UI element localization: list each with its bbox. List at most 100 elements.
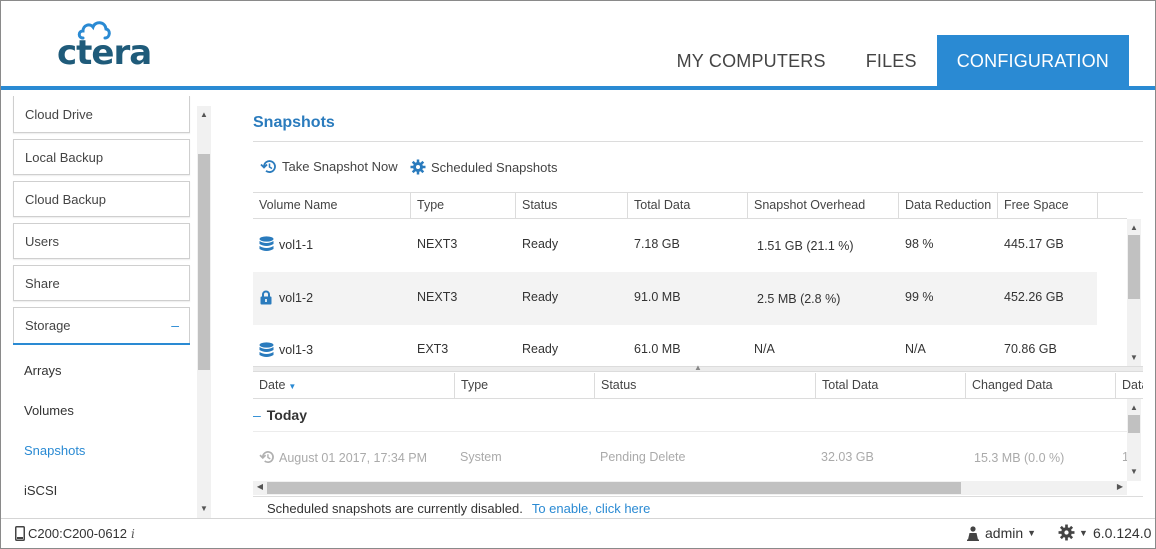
- scroll-up-icon[interactable]: ▲: [1127, 403, 1141, 412]
- history-icon: [260, 160, 276, 173]
- volumes-scrollbar[interactable]: ▲ ▼: [1127, 219, 1141, 367]
- grid-splitter[interactable]: ▲: [253, 363, 1143, 372]
- column-header[interactable]: Type: [455, 373, 595, 398]
- sidebar-subitem-iscsi[interactable]: iSCSI: [24, 483, 57, 498]
- history-icon: [259, 450, 275, 467]
- volume-total-data: 91.0 MB: [634, 290, 681, 304]
- user-menu[interactable]: admin ▼: [967, 525, 1036, 541]
- volume-total-data: 61.0 MB: [634, 342, 681, 356]
- column-header[interactable]: Data Reduction: [899, 193, 998, 218]
- sidebar-item-storage[interactable]: Storage –: [13, 307, 190, 343]
- sidebar-subitem-volumes[interactable]: Volumes: [24, 403, 74, 418]
- sidebar-item-cloud-backup[interactable]: Cloud Backup: [13, 181, 190, 217]
- scrollbar-thumb[interactable]: [1128, 415, 1140, 433]
- scheduled-snapshots-button[interactable]: Scheduled Snapshots: [410, 159, 557, 175]
- sidebar-item-cloud-drive[interactable]: Cloud Drive: [13, 96, 190, 133]
- chevron-down-icon: ▼: [1027, 528, 1037, 538]
- lock-icon: [260, 290, 272, 308]
- volumes-grid-header: Volume Name Type Status Total Data Snaps…: [253, 193, 1127, 219]
- sidebar-item-local-backup[interactable]: Local Backup: [13, 139, 190, 175]
- sidebar: Cloud Drive Local Backup Cloud Backup Us…: [1, 90, 213, 518]
- volume-reduction: 98 %: [905, 237, 934, 251]
- tab-my-computers[interactable]: MY COMPUTERS: [657, 35, 846, 87]
- column-header[interactable]: Status: [595, 373, 816, 398]
- version-label: 6.0.124.0: [1093, 525, 1152, 541]
- sidebar-scrollbar[interactable]: ▲ ▼: [197, 106, 211, 518]
- table-row[interactable]: vol1-3 EXT3 Ready 61.0 MB N/A N/A 70.86 …: [253, 325, 1097, 367]
- column-header-label: Date: [259, 378, 286, 392]
- volume-reduction: 99 %: [905, 290, 934, 304]
- group-divider: [253, 431, 1127, 432]
- scrollbar-thumb[interactable]: [267, 482, 961, 494]
- sidebar-subitem-snapshots[interactable]: Snapshots: [24, 443, 85, 458]
- scheduled-snapshots-label: Scheduled Snapshots: [431, 159, 558, 175]
- column-header[interactable]: Volume Name: [253, 193, 411, 218]
- grid-bottom-border: [253, 496, 1143, 497]
- scroll-down-icon[interactable]: ▼: [1127, 467, 1141, 476]
- column-header[interactable]: Total Data: [628, 193, 748, 218]
- scroll-left-icon[interactable]: ◀: [253, 482, 267, 491]
- scroll-up-icon[interactable]: ▲: [1127, 223, 1141, 232]
- sidebar-item-label: Local Backup: [25, 149, 104, 165]
- database-icon: [259, 236, 274, 255]
- group-row-today[interactable]: – Today: [253, 407, 307, 423]
- tab-files[interactable]: FILES: [846, 35, 937, 87]
- sidebar-item-share[interactable]: Share: [13, 265, 190, 301]
- gear-icon: [410, 159, 426, 175]
- volume-overhead: 1.51 GB (21.1 %): [757, 239, 854, 253]
- scroll-right-icon[interactable]: ▶: [1113, 482, 1127, 491]
- table-row[interactable]: vol1-1 NEXT3 Ready 7.18 GB 1.51 GB (21.1…: [253, 219, 1097, 272]
- sidebar-subitem-arrays[interactable]: Arrays: [24, 363, 62, 378]
- volume-status: Ready: [522, 342, 559, 356]
- column-header-date[interactable]: Date ▼: [253, 373, 455, 398]
- volume-type: NEXT3: [417, 290, 458, 304]
- snapshots-grid: Date ▼ Type Status Total Data Changed Dat…: [253, 373, 1143, 498]
- collapse-icon[interactable]: –: [253, 407, 261, 423]
- scroll-up-icon[interactable]: ▲: [199, 110, 209, 119]
- scrollbar-thumb[interactable]: [1128, 235, 1140, 299]
- splitter-handle-icon[interactable]: ▲: [694, 363, 702, 372]
- column-header[interactable]: Data: [1116, 373, 1143, 398]
- device-name: C200:C200-0612: [28, 526, 128, 541]
- snapshots-scrollbar[interactable]: ▲ ▼: [1127, 399, 1141, 481]
- device-info: C200:C200-0612 i: [15, 526, 135, 541]
- logo-text: ctera: [57, 33, 152, 73]
- notice-text: Scheduled snapshots are currently disabl…: [267, 501, 523, 516]
- storage-underline: [13, 343, 190, 345]
- snapshots-grid-header: Date ▼ Type Status Total Data Changed Dat…: [253, 373, 1143, 399]
- snapshot-changed-data: 15.3 MB (0.0 %): [974, 451, 1065, 465]
- scroll-down-icon[interactable]: ▼: [199, 504, 209, 513]
- column-header[interactable]: Total Data: [816, 373, 966, 398]
- scroll-down-icon[interactable]: ▼: [1127, 353, 1141, 362]
- snapshot-type: System: [460, 450, 502, 464]
- device-icon: [15, 526, 25, 541]
- volume-total-data: 7.18 GB: [634, 237, 680, 251]
- volume-free-space: 445.17 GB: [1004, 237, 1064, 251]
- sidebar-item-label: Share: [25, 275, 60, 291]
- collapse-icon[interactable]: –: [171, 317, 179, 333]
- snapshot-status: Pending Delete: [600, 450, 686, 464]
- snapshot-date: August 01 2017, 17:34 PM: [279, 451, 428, 465]
- user-icon: [967, 526, 979, 541]
- volume-name: vol1-3: [279, 343, 314, 357]
- take-snapshot-button[interactable]: Take Snapshot Now: [260, 159, 398, 174]
- column-header[interactable]: Type: [411, 193, 516, 218]
- column-header[interactable]: Status: [516, 193, 628, 218]
- info-icon[interactable]: i: [131, 527, 135, 541]
- enable-schedule-link[interactable]: To enable, click here: [532, 501, 651, 516]
- table-row[interactable]: vol1-2 NEXT3 Ready 91.0 MB 2.5 MB (2.8 %…: [253, 272, 1097, 325]
- settings-menu[interactable]: ▼: [1058, 524, 1088, 541]
- scrollbar-thumb[interactable]: [198, 154, 210, 370]
- sidebar-item-label: Users: [25, 233, 59, 249]
- sidebar-item-label: Storage: [25, 318, 71, 333]
- sort-desc-icon: ▼: [288, 382, 297, 391]
- column-header[interactable]: Snapshot Overhead: [748, 193, 899, 218]
- column-header[interactable]: Changed Data: [966, 373, 1116, 398]
- horizontal-scrollbar[interactable]: ◀ ▶: [253, 481, 1127, 495]
- tab-configuration[interactable]: CONFIGURATION: [936, 35, 1129, 87]
- sidebar-item-users[interactable]: Users: [13, 223, 190, 259]
- volume-type: EXT3: [417, 342, 449, 356]
- schedule-notice: Scheduled snapshots are currently disabl…: [267, 501, 650, 516]
- column-header[interactable]: Free Space: [998, 193, 1098, 218]
- snapshot-total-data: 32.03 GB: [821, 450, 874, 464]
